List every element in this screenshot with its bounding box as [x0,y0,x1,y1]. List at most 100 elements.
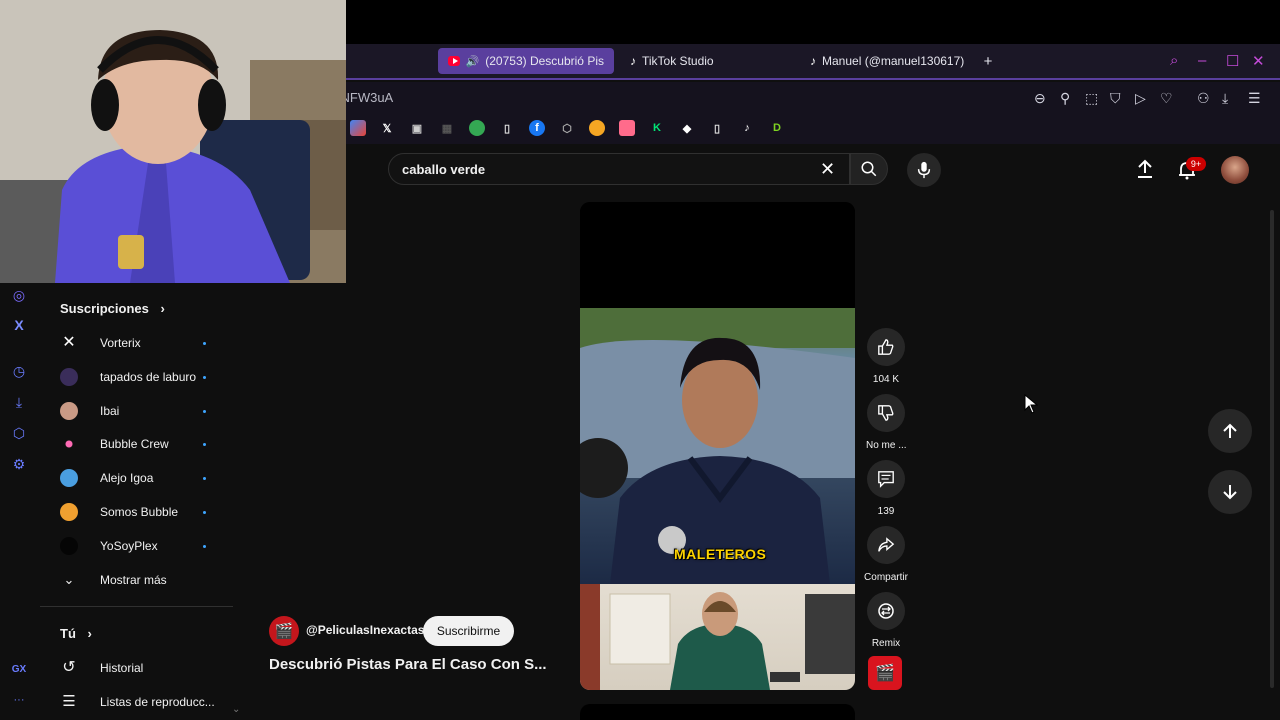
gallery-bookmark-icon[interactable]: ▣ [409,120,425,136]
upload-button[interactable] [1136,159,1154,184]
short-video-player[interactable]: MALETEROS [580,202,855,690]
menu-icon[interactable]: ☰ [1248,90,1261,107]
sound-thumbnail[interactable]: 🎬 [868,656,902,690]
subscribe-button[interactable]: Suscribirme [423,616,514,646]
account-icon[interactable]: ⚇ [1197,90,1210,107]
next-short-button[interactable] [1208,470,1252,514]
search-tabs-icon[interactable]: ⌕ [1170,52,1178,69]
page-scrollbar[interactable] [1270,210,1274,688]
thumbs-down-icon [878,405,894,421]
sidebar-item-ibai[interactable]: Ibai [60,397,220,425]
sidebar-item-alejo-igoa[interactable]: Alejo Igoa [60,464,220,492]
d-bookmark-icon[interactable]: D [769,120,785,136]
comments-button[interactable] [867,460,905,498]
sidebar-item-somos-bubble[interactable]: Somos Bubble [60,498,220,526]
show-more-button[interactable]: ⌄ Mostrar más [60,566,220,594]
voice-search-button[interactable] [907,153,941,187]
facebook-bookmark-icon[interactable]: f [529,120,545,136]
doc2-bookmark-icon[interactable]: ▯ [709,120,725,136]
sidebar-item-tapados-de-laburo[interactable]: tapados de laburo [60,363,220,391]
like-button[interactable] [867,328,905,366]
settings-rail-icon[interactable]: ⚙ [10,456,28,474]
sidebar-scroll-down-icon[interactable]: ⌄ [232,704,240,715]
minimize-icon[interactable]: – [1198,52,1206,69]
you-heading-label: Tú [60,626,76,641]
ibai-avatar [60,402,78,420]
sidebar-item-label: tapados de laburo [100,370,197,384]
browser-tab-tiktok-profile[interactable]: ♪ Manuel (@manuel130617) [800,48,970,74]
shield-icon[interactable]: ⛉ [1110,90,1121,107]
vorterix-avatar: ✕ [62,334,76,351]
search-icon [861,161,877,177]
sidebar-item-playlists[interactable]: ☰ Listas de reproducc... [60,688,220,716]
orange-bookmark-icon[interactable] [589,120,605,136]
browser-tab-youtube[interactable]: 🔊 (20753) Descubrió Pis [438,48,614,74]
channel-handle[interactable]: @PeliculasInexactas [306,623,424,637]
tiktok-bookmark-icon[interactable]: ♪ [739,120,755,136]
heart-icon[interactable]: ♡ [1160,90,1173,107]
maximize-icon[interactable]: ☐ [1226,52,1239,70]
like-action[interactable]: 104 K [866,328,906,385]
share-button[interactable] [867,526,905,564]
subscriptions-heading[interactable]: Suscripciones › [60,301,165,316]
chrome-bookmark-icon[interactable] [469,120,485,136]
tab-label: TikTok Studio [642,54,714,68]
alejo-igoa-avatar [60,469,78,487]
instagram-rail-icon[interactable]: ◎ [10,287,28,305]
kick-bookmark-icon[interactable]: K [649,120,665,136]
pink-bookmark-icon[interactable] [619,120,635,136]
download-rail-icon[interactable]: ⤓ [10,394,28,412]
send-icon[interactable]: ▷ [1135,90,1146,107]
comment-count: 139 [877,506,895,517]
clapperboard-icon: 🎬 [274,623,294,640]
browser-tab-tiktok-studio[interactable]: ♪ TikTok Studio [620,48,770,74]
video-title[interactable]: Descubrió Pistas Para El Caso Con S... [269,656,547,673]
snapshot-icon[interactable]: ⬚ [1085,90,1098,107]
remix-button[interactable] [867,592,905,630]
cube-rail-icon[interactable]: ⬡ [10,425,28,443]
webcam-overlay [0,0,346,283]
download-icon[interactable]: ⤓ [1222,90,1228,107]
webcam-person-image [0,0,346,283]
previous-short-button[interactable] [1208,409,1252,453]
doc-bookmark-icon[interactable]: ▯ [499,120,515,136]
more-rail-icon[interactable]: ··· [10,694,28,712]
remix-action[interactable]: Remix [866,592,906,649]
sidebar-item-yosoyplex[interactable]: YoSoyPlex [60,532,220,560]
close-window-icon[interactable]: ✕ [1252,52,1265,70]
comments-action[interactable]: 139 [866,460,906,517]
grid-bookmark-icon[interactable]: ▦ [439,120,455,136]
sidebar-item-bubble-crew[interactable]: Bubble Crew [60,430,220,458]
tiktok-icon: ♪ [810,54,816,68]
share-action[interactable]: Compartir [860,526,912,583]
copilot-bookmark-icon[interactable] [350,120,366,136]
clear-search-icon[interactable]: ✕ [820,159,835,180]
new-content-dot [203,442,206,446]
zoom-out-icon[interactable]: ⊖ [1034,90,1046,107]
dislike-button[interactable] [867,394,905,432]
chevron-right-icon: › [160,301,165,316]
like-count: 104 K [872,374,900,385]
sidebar-item-vorterix[interactable]: ✕ Vorterix [60,329,220,357]
dislike-action[interactable]: No me ... [866,394,907,451]
box-bookmark-icon[interactable]: ⬡ [559,120,575,136]
comment-icon [878,471,894,488]
somos-bubble-avatar [60,503,78,521]
history-icon: ↺ [62,659,76,676]
yosoyplex-avatar [60,537,78,555]
sidebar-item-label: Historial [100,661,144,675]
gx-rail-icon[interactable]: GX [10,664,28,682]
channel-avatar[interactable]: 🎬 [269,616,299,646]
x-rail-icon[interactable]: X [10,317,28,335]
video-frame-main: MALETEROS [580,308,855,584]
account-avatar[interactable] [1221,156,1249,184]
clock-rail-icon[interactable]: ◷ [10,363,28,381]
new-tab-button[interactable]: + [978,48,998,74]
pin-icon[interactable]: ⚲ [1060,90,1070,107]
sidebar-item-historial[interactable]: ↺ Historial [60,654,220,682]
you-heading[interactable]: Tú › [60,626,92,641]
x-bookmark-icon[interactable]: 𝕏 [379,120,395,136]
next-short-preview[interactable] [580,704,855,720]
discord-bookmark-icon[interactable]: ◆ [679,120,695,136]
search-button[interactable] [850,153,888,185]
